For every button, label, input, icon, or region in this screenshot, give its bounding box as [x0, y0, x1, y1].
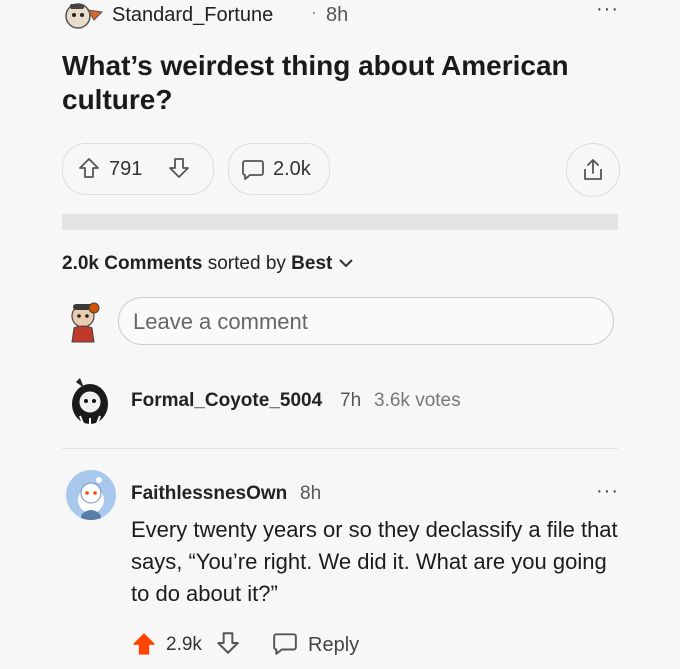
upvote-icon[interactable]: [131, 631, 157, 662]
comment-more-icon[interactable]: ···: [596, 480, 619, 503]
poster-avatar[interactable]: [62, 0, 106, 30]
comment-bubble-icon: [241, 157, 265, 186]
commenter-username[interactable]: FaithlessnesOwn: [131, 483, 287, 505]
post-username[interactable]: Standard_Fortune: [112, 4, 273, 27]
share-icon: [580, 157, 606, 188]
comment-age: 7h: [340, 390, 362, 411]
chevron-down-icon[interactable]: [338, 253, 354, 274]
comments-sort-bar[interactable]: 2.0k Comments sorted by Best: [62, 253, 354, 275]
comment-score: 2.9k: [166, 634, 202, 655]
my-avatar: [68, 296, 102, 344]
post-age: 8h: [326, 4, 349, 26]
commenter-avatar[interactable]: [66, 376, 114, 428]
reply-button[interactable]: Reply: [308, 634, 359, 657]
vote-control: 791: [62, 143, 214, 195]
comment-votes: 3.6k votes: [374, 390, 461, 411]
upvote-count: 791: [109, 158, 143, 180]
comment-count: 2.0k: [273, 158, 311, 180]
comments-count: 2.0k: [62, 253, 99, 274]
section-divider: [62, 214, 618, 230]
downvote-icon[interactable]: [167, 156, 191, 185]
comment-separator: [62, 448, 618, 449]
comment-age: 8h: [300, 483, 322, 504]
comment-input[interactable]: Leave a comment: [118, 297, 614, 345]
share-button[interactable]: [566, 143, 620, 197]
post-more-icon[interactable]: ···: [596, 0, 619, 21]
upvote-icon[interactable]: [77, 156, 101, 185]
comment-input-placeholder: Leave a comment: [133, 309, 308, 334]
separator-dot: ·: [311, 2, 317, 22]
reply-icon[interactable]: [272, 630, 298, 661]
sort-value[interactable]: Best: [291, 253, 332, 274]
sorted-by-label: sorted by: [207, 253, 286, 274]
commenter-username[interactable]: Formal_Coyote_5004: [131, 390, 322, 412]
comments-word: Comments: [104, 253, 203, 274]
commenter-avatar[interactable]: [66, 470, 116, 520]
comments-button[interactable]: 2.0k: [228, 143, 330, 195]
downvote-icon[interactable]: [215, 630, 241, 661]
comment-body: Every twenty years or so they declassify…: [131, 517, 618, 606]
post-title[interactable]: What’s weirdest thing about American cul…: [62, 49, 602, 117]
